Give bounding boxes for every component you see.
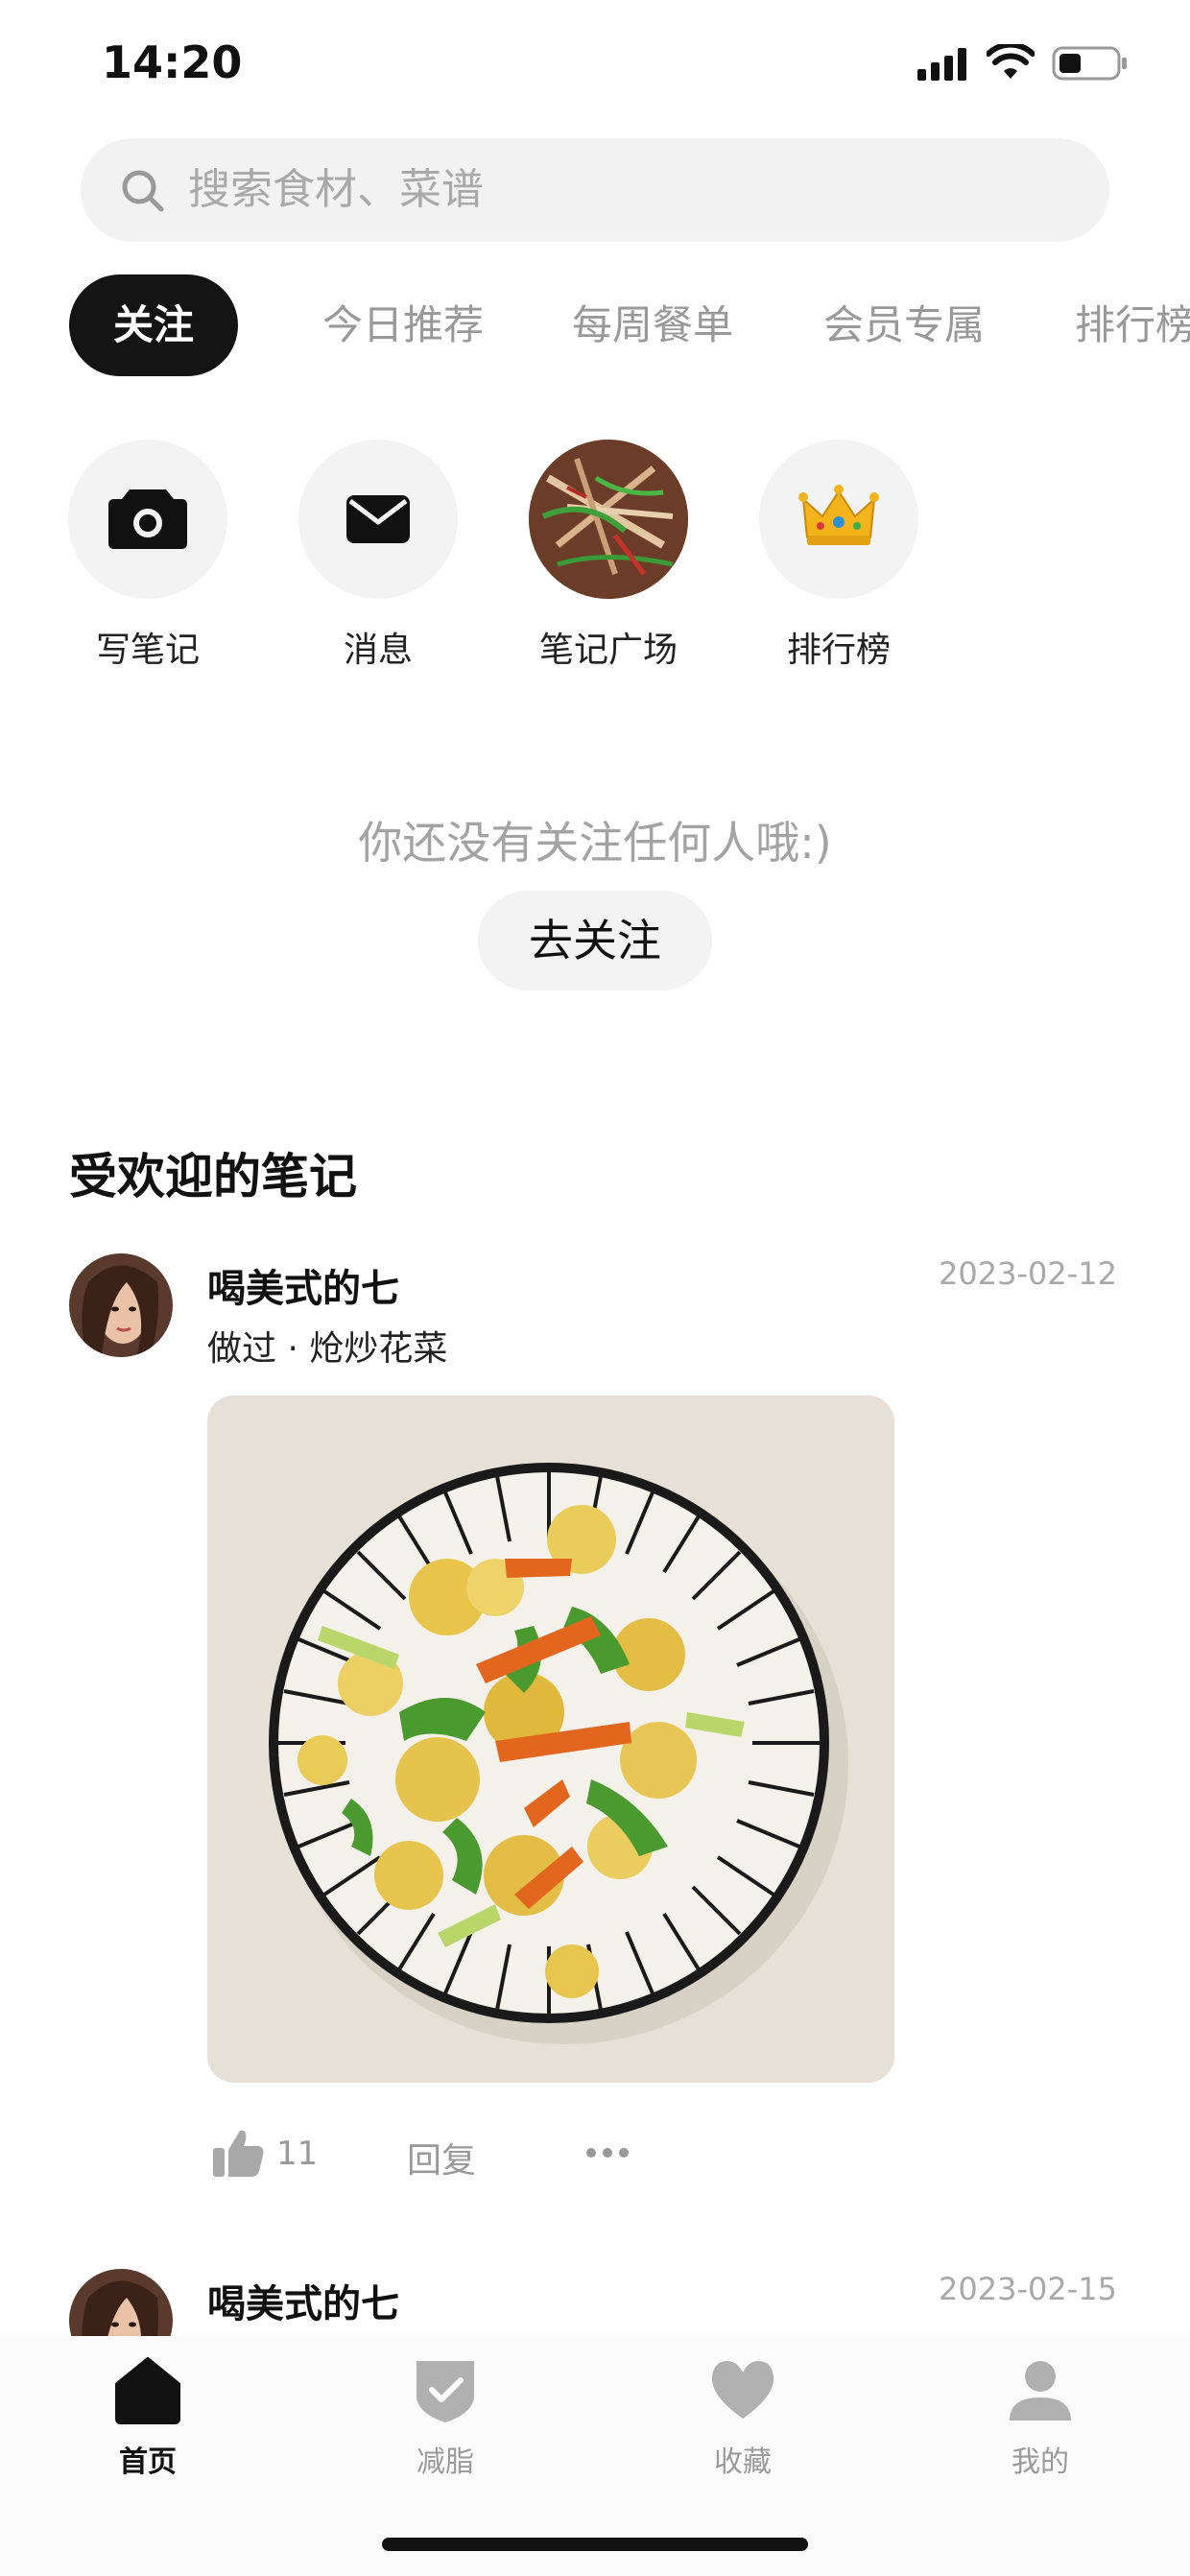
- quick-action-messages[interactable]: 消息: [282, 440, 474, 672]
- heart-icon: [711, 2361, 774, 2419]
- food-thumbnail-image: [529, 440, 688, 599]
- status-bar: 14:20: [0, 0, 1190, 129]
- go-follow-button[interactable]: 去关注: [478, 891, 712, 990]
- post-image[interactable]: [207, 1395, 894, 2083]
- quick-action-label: 消息: [343, 631, 413, 670]
- quick-action-circle: [759, 440, 918, 599]
- quick-action-label: 写笔记: [95, 631, 200, 670]
- tabbar-item-favorites[interactable]: 收藏: [656, 2353, 829, 2480]
- home-icon: [115, 2357, 180, 2424]
- author-avatar[interactable]: [69, 1253, 173, 1357]
- quick-action-note-square[interactable]: 笔记广场: [512, 440, 704, 672]
- user-icon: [1010, 2361, 1071, 2421]
- quick-action-ranking[interactable]: 排行榜: [743, 440, 935, 672]
- tab-member-exclusive[interactable]: 会员专属: [823, 274, 985, 376]
- avatar-image: [69, 1253, 173, 1357]
- status-time: 14:20: [102, 36, 243, 88]
- quick-action-write-note[interactable]: 写笔记: [52, 440, 244, 672]
- cauliflower-dish-photo: [207, 1395, 894, 2083]
- like-count: 11: [276, 2135, 319, 2173]
- wifi-icon: [987, 44, 1035, 79]
- reply-button[interactable]: 回复: [407, 2133, 476, 2182]
- search-bar[interactable]: 搜索食材、菜谱: [81, 138, 1109, 242]
- search-icon: [122, 170, 164, 212]
- post-date: 2023-02-15: [939, 2271, 1117, 2307]
- tab-ranking[interactable]: 排行榜: [1075, 274, 1190, 376]
- search-placeholder: 搜索食材、菜谱: [188, 165, 484, 214]
- tabbar-item-home[interactable]: 首页: [61, 2353, 234, 2480]
- note-square-thumbnail: [529, 440, 688, 599]
- shield-check-icon: [416, 2361, 474, 2422]
- quick-action-label: 笔记广场: [538, 631, 678, 670]
- tabbar-label: 我的: [1012, 2445, 1069, 2479]
- post-date: 2023-02-12: [939, 1255, 1117, 1292]
- post-actions: 11 回复: [207, 2127, 879, 2184]
- more-options-icon[interactable]: [582, 2127, 633, 2179]
- empty-follow-text: 你还没有关注任何人哦:): [358, 817, 832, 869]
- author-name[interactable]: 喝美式的七: [207, 1257, 399, 1313]
- quick-action-circle: [298, 440, 458, 599]
- envelope-icon: [346, 495, 410, 543]
- tabbar-item-profile[interactable]: 我的: [954, 2353, 1127, 2480]
- quick-action-label: 排行榜: [786, 631, 891, 670]
- category-tabs: 关注 今日推荐 每周餐单 会员专属 排行榜: [0, 274, 1190, 376]
- tab-today-recommend[interactable]: 今日推荐: [322, 274, 484, 376]
- tabbar-item-fat-loss[interactable]: 减脂: [359, 2353, 532, 2480]
- camera-icon: [108, 489, 187, 549]
- post-subtitle: 做过 · 炝炒花菜: [207, 1329, 448, 1369]
- tabbar-label: 减脂: [416, 2445, 474, 2479]
- author-name[interactable]: 喝美式的七: [207, 2273, 399, 2328]
- quick-action-circle: [68, 440, 227, 599]
- tabbar-label: 首页: [119, 2445, 177, 2479]
- crown-icon: [798, 485, 879, 545]
- tab-follow[interactable]: 关注: [69, 274, 238, 376]
- cellular-signal-icon: [917, 48, 966, 81]
- tab-weekly-menu[interactable]: 每周餐单: [572, 274, 733, 376]
- home-indicator: [382, 2538, 808, 2551]
- thumbs-up-icon[interactable]: [211, 2127, 265, 2179]
- battery-icon: [1052, 46, 1127, 81]
- section-title: 受欢迎的笔记: [69, 1149, 357, 1205]
- tabbar-label: 收藏: [714, 2445, 772, 2479]
